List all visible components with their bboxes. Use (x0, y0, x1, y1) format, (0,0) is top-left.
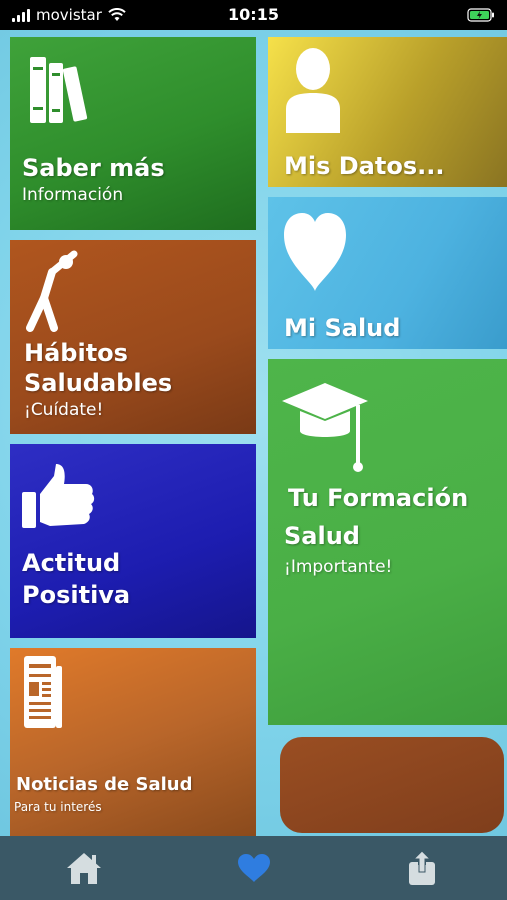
graduation-cap-icon (282, 383, 368, 472)
tile-title-line1: Tu Formación (288, 484, 469, 512)
tile-tu-formacion-salud[interactable]: Tu Formación Salud ¡Importante! (268, 359, 507, 725)
books-icon (30, 57, 88, 123)
tile-subtitle: ¡Importante! (284, 557, 393, 577)
tab-bar (0, 836, 507, 900)
tile-title: Mi Salud (284, 314, 401, 342)
tile-habitos-saludables[interactable]: Hábitos Saludables ¡Cuídate! (10, 240, 256, 434)
tab-share[interactable] (402, 848, 442, 888)
heart-icon (284, 213, 346, 291)
tile-mi-salud[interactable]: Mi Salud (268, 197, 507, 349)
home-icon (67, 853, 101, 884)
battery-icon (467, 7, 495, 26)
tile-title: Noticias de Salud (16, 774, 193, 795)
user-icon (286, 48, 340, 133)
tab-favorites[interactable] (234, 848, 274, 888)
tile-saber-mas[interactable]: Saber más Información (10, 37, 256, 230)
tile-partial-brown[interactable] (280, 737, 504, 833)
thumbs-up-icon (22, 464, 95, 528)
tile-subtitle: Información (22, 185, 124, 205)
tile-subtitle: Para tu interés (14, 800, 102, 814)
tile-noticias-de-salud[interactable]: Noticias de Salud Para tu interés (10, 648, 256, 838)
share-icon (409, 850, 435, 885)
tile-actitud-positiva[interactable]: Actitud Positiva (10, 444, 256, 638)
status-bar: movistar 10:15 (0, 0, 507, 30)
tile-title-line1: Hábitos (24, 339, 128, 367)
status-time: 10:15 (228, 5, 279, 24)
tile-title: Mis Datos... (284, 152, 445, 180)
newspaper-icon (24, 656, 62, 728)
tile-subtitle: ¡Cuídate! (24, 400, 104, 420)
stretching-person-icon (26, 250, 78, 332)
tile-title-line2: Positiva (22, 581, 131, 609)
tile-title-line1: Actitud (22, 549, 121, 577)
tile-title: Saber más (22, 154, 165, 182)
heart-icon (238, 854, 270, 882)
tile-title-line2: Salud (284, 522, 360, 550)
tab-home[interactable] (64, 848, 104, 888)
tile-title-line2: Saludables (24, 369, 173, 397)
tile-mis-datos[interactable]: Mis Datos... (268, 37, 507, 187)
